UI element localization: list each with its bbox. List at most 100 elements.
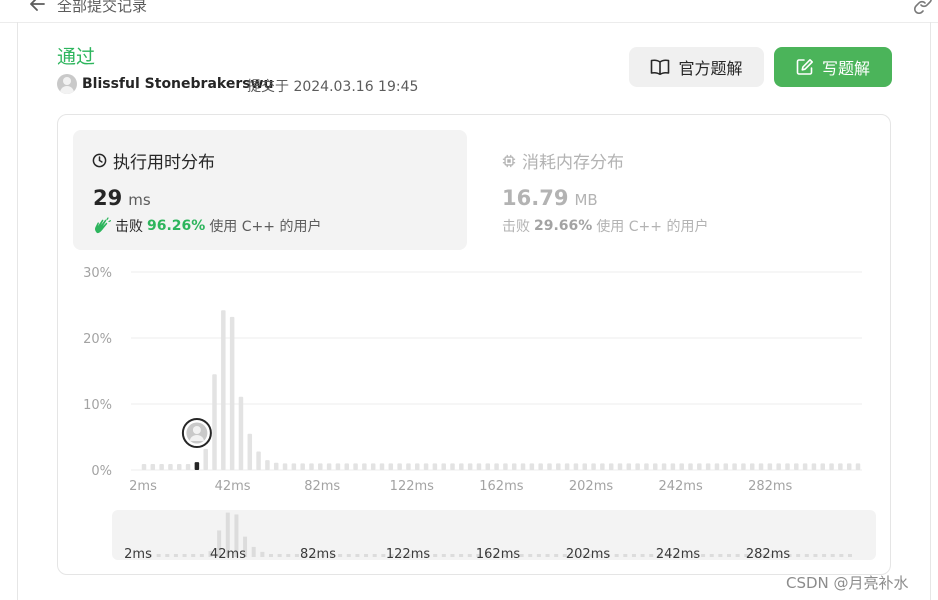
- bar: [644, 463, 649, 470]
- bar: [318, 463, 323, 470]
- y-tick-label: 10%: [83, 398, 112, 413]
- overview-bar: [709, 554, 714, 557]
- bar: [185, 464, 191, 470]
- marker-avatar-head: [192, 426, 201, 434]
- bar: [344, 463, 349, 470]
- bar: [203, 448, 208, 470]
- bar: [476, 463, 482, 470]
- bar: [855, 463, 861, 470]
- overview-x-tick-label: 162ms: [476, 547, 520, 562]
- bar: [238, 396, 244, 470]
- overview-bar: [441, 554, 446, 557]
- overview-bar: [614, 554, 619, 557]
- bar: [723, 463, 729, 470]
- bar: [538, 463, 543, 470]
- highlight-bar: [194, 462, 200, 470]
- bar: [705, 463, 711, 470]
- y-tick-label: 0%: [91, 464, 112, 479]
- bar: [635, 463, 640, 470]
- overview-bar: [251, 546, 256, 557]
- bar: [150, 464, 156, 470]
- bar: [732, 463, 737, 470]
- bar: [265, 460, 270, 470]
- overview-x-tick-label: 42ms: [210, 547, 246, 562]
- overview-bar: [459, 554, 464, 557]
- bar: [406, 463, 411, 470]
- overview-bar: [649, 554, 654, 557]
- overview-bar: [813, 554, 818, 557]
- bar: [829, 463, 834, 470]
- bar: [309, 463, 314, 470]
- bar: [362, 463, 367, 470]
- bar: [785, 463, 790, 470]
- overview-bar: [433, 554, 438, 557]
- overview-bar: [346, 554, 351, 557]
- x-tick-label: 2ms: [129, 479, 157, 494]
- bar: [282, 463, 288, 470]
- bar: [415, 463, 420, 470]
- overview-bar: [467, 554, 472, 557]
- bar: [820, 463, 825, 470]
- bar: [626, 463, 632, 470]
- overview-bar: [268, 554, 273, 557]
- overview-bar: [182, 554, 187, 557]
- bar: [600, 463, 605, 470]
- overview-x-tick-label: 282ms: [746, 547, 790, 562]
- bar: [697, 463, 702, 470]
- bar: [494, 463, 499, 470]
- overview-bar: [545, 554, 550, 557]
- overview-bar: [718, 554, 723, 557]
- bar: [159, 464, 164, 470]
- overview-bar: [839, 554, 844, 557]
- overview-bar: [199, 554, 204, 557]
- bar: [511, 463, 517, 470]
- bar: [776, 463, 781, 470]
- bar: [441, 463, 446, 470]
- bar: [370, 463, 376, 470]
- bar: [608, 463, 614, 470]
- bar: [485, 463, 491, 470]
- bar: [423, 463, 429, 470]
- bar: [503, 463, 508, 470]
- bar: [300, 463, 305, 470]
- runtime-distribution-chart[interactable]: 30% 20% 10% 0% 2ms 42ms 82ms 122ms 162ms 202ms 242…: [0, 0, 938, 600]
- bar: [653, 463, 658, 470]
- overview-bar: [848, 554, 852, 557]
- bar: [767, 463, 773, 470]
- overview-bar: [191, 554, 196, 557]
- y-tick-label: 20%: [83, 332, 112, 347]
- bar: [846, 463, 852, 470]
- bar: [459, 463, 464, 470]
- bar: [802, 463, 808, 470]
- overview-bar: [260, 551, 265, 557]
- bar: [256, 451, 261, 470]
- bar: [379, 463, 385, 470]
- bar: [794, 463, 799, 470]
- overview-bar: [355, 554, 360, 557]
- bar: [221, 310, 226, 470]
- bar: [432, 463, 438, 470]
- bar: [247, 433, 253, 470]
- overview-x-tick-label: 242ms: [656, 547, 700, 562]
- bar: [811, 463, 817, 470]
- bar: [291, 463, 297, 470]
- bar: [679, 463, 684, 470]
- x-tick-label: 42ms: [215, 479, 251, 494]
- overview-bar: [519, 554, 524, 557]
- bar: [714, 463, 720, 470]
- bar: [661, 463, 667, 470]
- x-tick-label: 82ms: [304, 479, 340, 494]
- overview-bar: [822, 554, 827, 557]
- overview-bar: [640, 554, 645, 557]
- bar: [556, 463, 561, 470]
- overview-x-tick-label: 2ms: [124, 547, 152, 562]
- bar: [168, 464, 173, 470]
- y-tick-label: 30%: [83, 266, 112, 281]
- bar: [212, 374, 217, 470]
- bar: [564, 463, 570, 470]
- bar: [141, 464, 147, 470]
- overview-bar: [631, 554, 636, 557]
- bar: [450, 463, 455, 470]
- bar: [520, 463, 526, 470]
- overview-bar: [364, 554, 369, 557]
